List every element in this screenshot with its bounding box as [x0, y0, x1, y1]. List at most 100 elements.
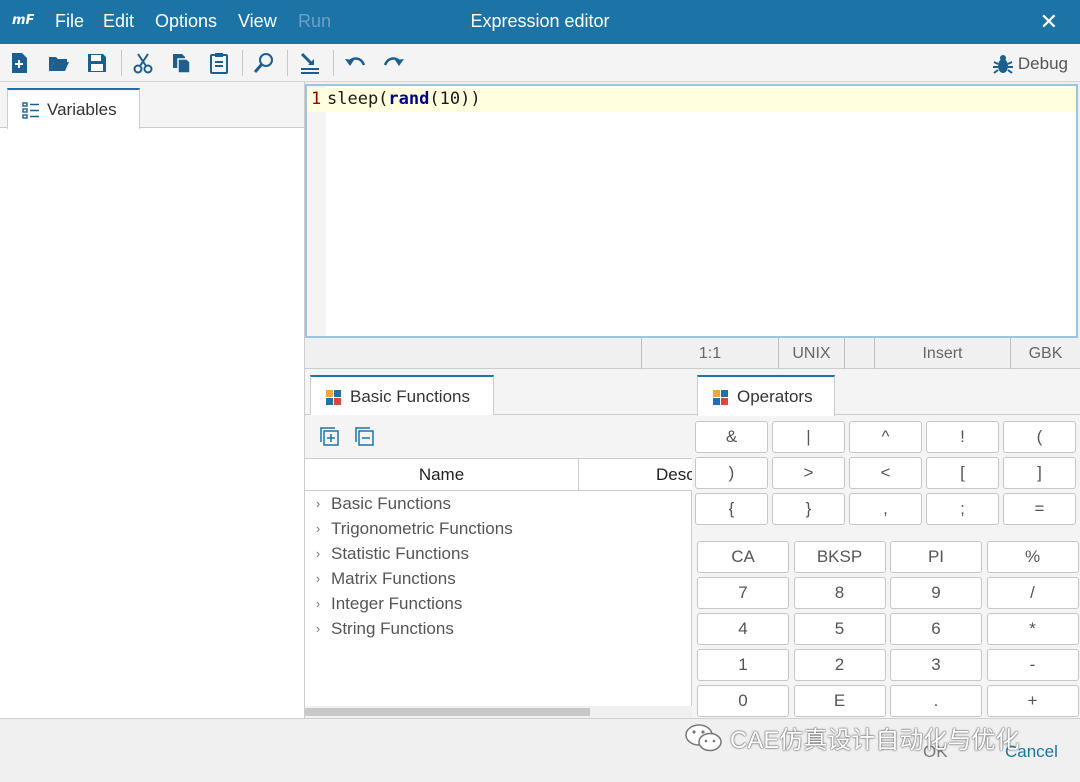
column-name[interactable]: Name — [305, 459, 579, 490]
code-editor[interactable]: 1 sleep(rand(10)) — [305, 84, 1078, 338]
scrollbar-thumb[interactable] — [305, 708, 590, 716]
chevron-right-icon[interactable]: › — [305, 496, 331, 511]
list-icon — [22, 101, 39, 119]
collapse-all-icon[interactable] — [355, 427, 375, 447]
operator-button[interactable]: ) — [695, 457, 768, 489]
chevron-right-icon[interactable]: › — [305, 621, 331, 636]
wechat-icon — [685, 723, 722, 751]
chevron-right-icon[interactable]: › — [305, 546, 331, 561]
line-number-gutter — [307, 86, 326, 336]
chevron-right-icon[interactable]: › — [305, 596, 331, 611]
status-mode: Insert — [875, 338, 1011, 369]
debug-button[interactable]: Debug — [992, 52, 1068, 76]
close-icon[interactable]: ✕ — [1040, 9, 1058, 35]
keypad-button[interactable]: 7 — [697, 577, 789, 609]
operators-panel: Operators & | ^!() > <[] {},; = CA BKSP PI% 7 8 9/ 4… — [692, 369, 1080, 718]
keypad-button[interactable]: % — [986, 541, 1079, 573]
copy-icon[interactable] — [168, 49, 194, 77]
variables-tabstrip: Variables — [0, 82, 304, 129]
paste-icon[interactable] — [206, 49, 232, 77]
chevron-right-icon[interactable]: › — [305, 571, 331, 586]
keypad-button[interactable]: / — [986, 577, 1079, 609]
tree-item-integer-functions[interactable]: › Integer Functions — [305, 591, 692, 616]
keypad-button[interactable]: 5 — [793, 613, 886, 645]
tree-item-label: Integer Functions — [331, 593, 463, 613]
keypad-button[interactable]: BKSP — [793, 541, 886, 573]
operator-button[interactable]: > — [772, 457, 845, 489]
function-library-icon — [326, 389, 341, 405]
keypad-button[interactable]: 9 — [890, 577, 982, 609]
functions-panel: Basic Functions Name Description ›Basic … — [305, 369, 692, 718]
operator-button[interactable]: ; — [926, 493, 999, 525]
keypad-button[interactable]: * — [986, 613, 1079, 645]
tree-item-basic-functions[interactable]: › Basic Functions — [305, 491, 692, 516]
redo-icon[interactable] — [381, 49, 407, 77]
keypad-button[interactable]: 8 — [793, 577, 886, 609]
horizontal-scrollbar[interactable] — [305, 706, 692, 718]
tree-item-label: Trigonometric Functions — [331, 518, 513, 538]
keypad-button[interactable]: PI — [890, 541, 982, 573]
toolbar-separator — [242, 50, 243, 76]
keypad-button[interactable]: 3 — [890, 649, 982, 681]
keypad-button[interactable]: CA — [697, 541, 789, 573]
expand-all-icon[interactable] — [320, 427, 340, 447]
watermark: CAE仿真设计自动化与优化 — [684, 720, 1019, 755]
operator-button[interactable]: < — [849, 457, 922, 489]
menu-view[interactable]: View — [238, 11, 277, 32]
tree-item-trigonometric-functions[interactable]: › Trigonometric Functions — [305, 516, 692, 541]
code-line[interactable]: sleep(rand(10)) — [327, 89, 481, 109]
tree-item-string-functions[interactable]: › String Functions — [305, 616, 692, 641]
find-icon[interactable] — [251, 49, 277, 77]
tree-item-label: Basic Functions — [331, 493, 451, 513]
operator-button[interactable]: [ — [926, 457, 999, 489]
toolbar: Debug — [0, 44, 1080, 82]
variables-panel: Variables — [0, 82, 305, 718]
operator-button[interactable]: { — [695, 493, 768, 525]
keypad-button[interactable]: E — [793, 685, 886, 717]
operator-button[interactable]: } — [772, 493, 845, 525]
operator-button[interactable]: , — [849, 493, 922, 525]
status-line-ending: UNIX — [779, 338, 845, 369]
status-empty — [845, 338, 875, 369]
new-icon[interactable] — [6, 49, 32, 77]
tree-item-matrix-functions[interactable]: › Matrix Functions — [305, 566, 692, 591]
tab-operators[interactable]: Operators — [697, 375, 835, 416]
keypad-button[interactable]: - — [986, 649, 1079, 681]
operator-button[interactable]: & — [695, 421, 768, 453]
keypad-button[interactable]: 4 — [697, 613, 789, 645]
operator-button[interactable]: = — [1003, 493, 1076, 525]
menu-edit[interactable]: Edit — [103, 11, 134, 32]
operator-button[interactable]: | — [772, 421, 845, 453]
operator-button[interactable]: ] — [1003, 457, 1076, 489]
open-icon[interactable] — [46, 49, 72, 77]
debug-label: Debug — [1017, 54, 1068, 73]
keypad-button[interactable]: 6 — [890, 613, 982, 645]
keypad-button[interactable]: 0 — [697, 685, 789, 717]
insert-icon[interactable] — [297, 49, 323, 77]
menu-file[interactable]: File — [55, 11, 84, 32]
tab-variables-label: Variables — [47, 99, 117, 119]
menu-options[interactable]: Options — [155, 11, 217, 32]
code-text: sleep( — [327, 89, 389, 109]
tree-item-statistic-functions[interactable]: › Statistic Functions — [305, 541, 692, 566]
keypad-button[interactable]: + — [986, 685, 1079, 717]
functions-tabstrip: Basic Functions — [305, 369, 692, 416]
functions-table-header: Name Description — [305, 458, 692, 491]
operator-button[interactable]: ! — [926, 421, 999, 453]
tab-variables[interactable]: Variables — [7, 88, 140, 129]
undo-icon[interactable] — [342, 49, 368, 77]
column-description[interactable]: Description — [656, 459, 692, 490]
cut-icon[interactable] — [130, 49, 156, 77]
tree-item-label: String Functions — [331, 618, 454, 638]
operator-button[interactable]: ^ — [849, 421, 922, 453]
operator-button[interactable]: ( — [1003, 421, 1076, 453]
tree-item-label: Statistic Functions — [331, 543, 469, 563]
tab-basic-functions[interactable]: Basic Functions — [310, 375, 494, 416]
keypad-button[interactable]: 1 — [697, 649, 789, 681]
keypad-button[interactable]: . — [890, 685, 982, 717]
save-icon[interactable] — [84, 49, 110, 77]
status-bar: 1:1 UNIX Insert GBK — [305, 338, 1080, 369]
chevron-right-icon[interactable]: › — [305, 521, 331, 536]
function-library-icon — [713, 389, 728, 405]
keypad-button[interactable]: 2 — [793, 649, 886, 681]
